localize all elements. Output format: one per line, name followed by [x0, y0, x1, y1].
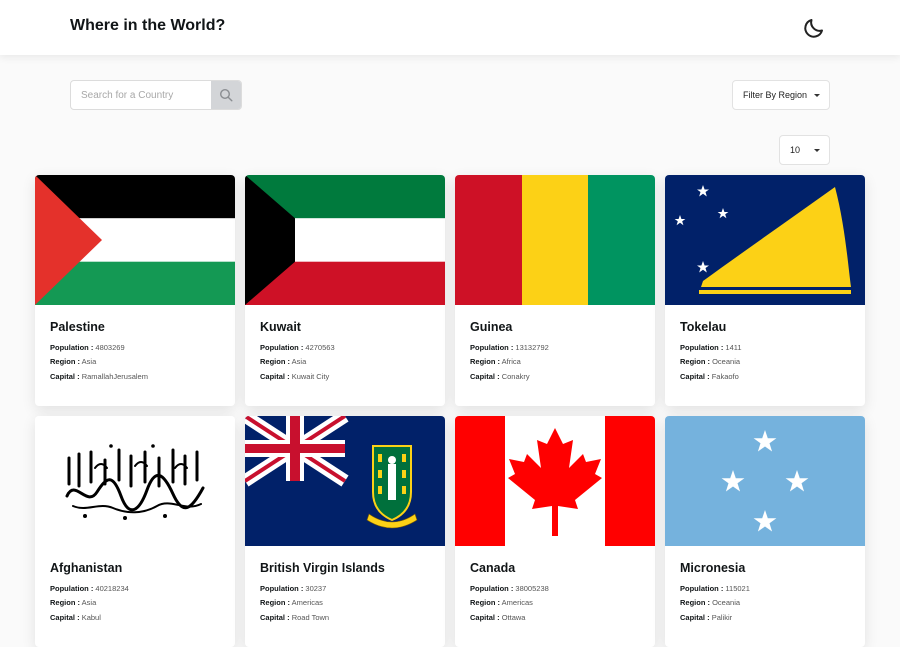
capital-row: Capital : Kuwait City — [260, 372, 330, 381]
caret-down-icon — [814, 149, 820, 152]
region-filter-dropdown[interactable]: Filter By Region — [732, 80, 830, 110]
country-card-tokelau[interactable]: Tokelau Population : 1411 Region : Ocean… — [665, 175, 865, 406]
country-card-kuwait[interactable]: Kuwait Population : 4270563 Region : Asi… — [245, 175, 445, 406]
per-page-dropdown[interactable]: 10 — [779, 135, 830, 165]
flag-palestine — [35, 175, 235, 305]
search-input[interactable] — [71, 81, 213, 109]
capital-row: Capital : Ottawa — [470, 613, 526, 622]
population-row: Population : 38005238 — [470, 584, 549, 593]
flag-afghanistan — [35, 416, 235, 546]
country-name: Kuwait — [260, 320, 301, 334]
population-row: Population : 115021 — [680, 584, 750, 593]
country-card-british-virgin-islands[interactable]: British Virgin Islands Population : 3023… — [245, 416, 445, 647]
per-page-value: 10 — [790, 145, 801, 155]
population-row: Population : 30237 — [260, 584, 327, 593]
flag-kuwait — [245, 175, 445, 305]
capital-row: Capital : Fakaofo — [680, 372, 739, 381]
caret-down-icon — [814, 94, 820, 97]
region-row: Region : Oceania — [680, 598, 741, 607]
region-filter-label: Filter By Region — [743, 90, 808, 100]
country-name: Palestine — [50, 320, 105, 334]
region-row: Region : Oceania — [680, 357, 741, 366]
country-card-palestine[interactable]: Palestine Population : 4803269 Region : … — [35, 175, 235, 406]
country-name: Tokelau — [680, 320, 727, 334]
country-name: British Virgin Islands — [260, 561, 385, 575]
capital-row: Capital : Conakry — [470, 372, 530, 381]
flag-micronesia — [665, 416, 865, 546]
capital-row: Capital : Palikir — [680, 613, 733, 622]
search-box — [70, 80, 242, 110]
capital-row: Capital : RamallahJerusalem — [50, 372, 148, 381]
region-row: Region : Africa — [470, 357, 521, 366]
search-button[interactable] — [211, 81, 241, 109]
region-row: Region : Asia — [50, 357, 97, 366]
flag-canada — [455, 416, 655, 546]
moon-icon — [804, 19, 823, 38]
flag-tokelau — [665, 175, 865, 305]
country-name: Guinea — [470, 320, 513, 334]
capital-row: Capital : Road Town — [260, 613, 330, 622]
country-card-guinea[interactable]: Guinea Population : 13132792 Region : Af… — [455, 175, 655, 406]
country-card-micronesia[interactable]: Micronesia Population : 115021 Region : … — [665, 416, 865, 647]
region-row: Region : Asia — [260, 357, 307, 366]
country-card-afghanistan[interactable]: Afghanistan Population : 40218234 Region… — [35, 416, 235, 647]
region-row: Region : Asia — [50, 598, 97, 607]
theme-toggle-button[interactable] — [800, 14, 828, 42]
app-title: Where in the World? — [70, 17, 226, 34]
country-name: Micronesia — [680, 561, 746, 575]
region-row: Region : Americas — [260, 598, 323, 607]
app-header: Where in the World? — [0, 0, 900, 55]
flag-guinea — [455, 175, 655, 305]
population-row: Population : 4270563 — [260, 343, 335, 352]
flag-british-virgin-islands — [245, 416, 445, 546]
population-row: Population : 1411 — [680, 343, 742, 352]
country-card-canada[interactable]: Canada Population : 38005238 Region : Am… — [455, 416, 655, 647]
region-row: Region : Americas — [470, 598, 533, 607]
country-name: Afghanistan — [50, 561, 123, 575]
capital-row: Capital : Kabul — [50, 613, 101, 622]
population-row: Population : 40218234 — [50, 584, 129, 593]
population-row: Population : 4803269 — [50, 343, 125, 352]
country-name: Canada — [470, 561, 516, 575]
population-row: Population : 13132792 — [470, 343, 549, 352]
search-icon — [219, 88, 233, 102]
